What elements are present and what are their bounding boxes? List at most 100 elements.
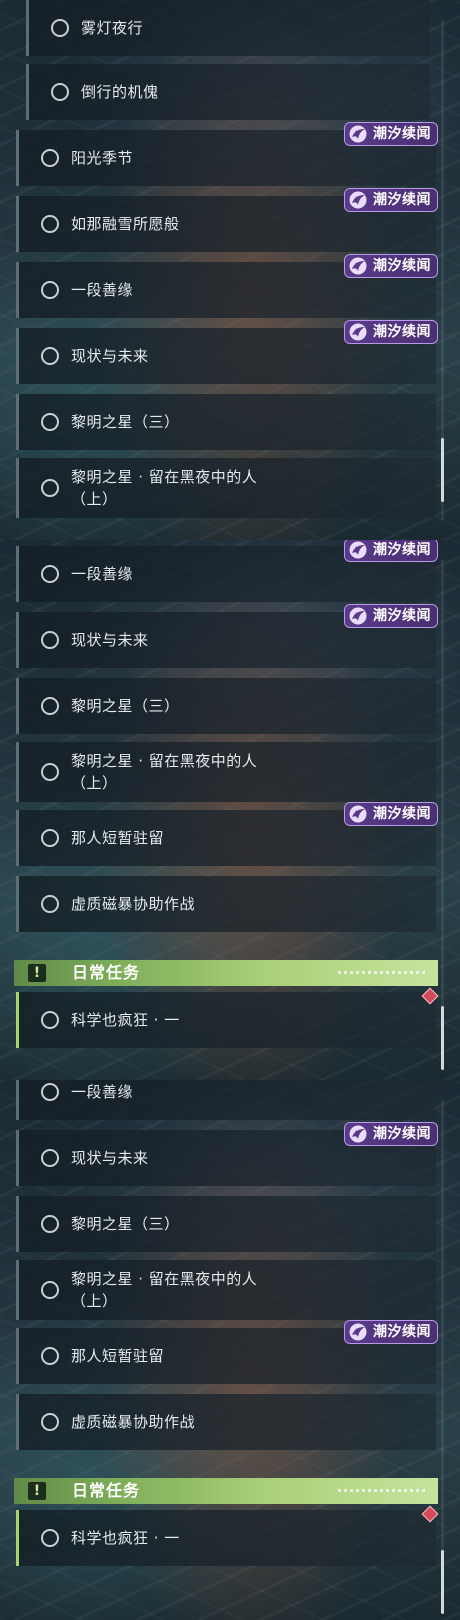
quest-item[interactable]: 黎明之星（三） [16, 394, 436, 450]
quest-name: 那人短暂驻留 [71, 1347, 165, 1365]
quest-name: 黎明之星 · 留在黑夜中的人 （上） [71, 1270, 258, 1310]
quest-name: 阳光季节 [71, 149, 134, 167]
daily-quests-title: 日常任务 [72, 963, 141, 982]
header-decoration [338, 1489, 426, 1492]
tag-label: 潮汐续闻 [373, 192, 431, 208]
tide-swirl-icon [347, 190, 369, 210]
tide-story-tag: 潮汐续闻 [344, 188, 438, 212]
tide-swirl-icon [347, 1322, 369, 1342]
exclamation-icon: ! [28, 964, 46, 982]
quest-status-circle-icon [41, 149, 59, 167]
quest-item[interactable]: 倒行的机傀 [26, 64, 430, 120]
quest-name: 虚质磁暴协助作战 [71, 895, 196, 913]
tide-swirl-icon [347, 606, 369, 626]
daily-quest-item[interactable]: 科学也疯狂 · 一 [16, 992, 436, 1048]
quest-item[interactable]: 黎明之星（三） [16, 1196, 436, 1252]
tag-label: 潮汐续闻 [373, 542, 431, 558]
daily-quest-item[interactable]: 科学也疯狂 · 一 [16, 1510, 436, 1566]
quest-status-circle-icon [41, 1083, 59, 1101]
quest-name: 黎明之星 · 留在黑夜中的人 （上） [71, 752, 258, 792]
quest-list-panel-1[interactable]: 雾灯夜行 倒行的机傀 阳光季节 潮汐续闻 如那融雪所愿般 潮汐续闻 一段善缘 潮… [0, 0, 460, 540]
tide-swirl-icon [347, 804, 369, 824]
quest-name: 现状与未来 [71, 1149, 149, 1167]
quest-item[interactable]: 虚质磁暴协助作战 [16, 1394, 436, 1450]
header-decoration [338, 971, 426, 974]
tide-story-tag: 潮汐续闻 [344, 320, 438, 344]
quest-item[interactable]: 一段善缘 [16, 1080, 436, 1120]
tide-story-tag: 潮汐续闻 [344, 1122, 438, 1146]
quest-item[interactable]: 黎明之星 · 留在黑夜中的人 （上） [16, 1260, 436, 1320]
tide-story-tag: 潮汐续闻 [344, 1320, 438, 1344]
tide-story-tag: 潮汐续闻 [344, 122, 438, 146]
scrollbar-thumb[interactable] [441, 1550, 444, 1614]
quest-status-circle-icon [41, 215, 59, 233]
quest-name: 黎明之星（三） [71, 1215, 180, 1233]
quest-status-circle-icon [41, 1215, 59, 1233]
tide-swirl-icon [347, 540, 369, 560]
quest-name: 黎明之星 · 留在黑夜中的人 （上） [71, 468, 258, 508]
quest-name: 一段善缘 [71, 1083, 134, 1101]
quest-name: 现状与未来 [71, 347, 149, 365]
tide-story-tag: 潮汐续闻 [344, 604, 438, 628]
tide-story-tag: 潮汐续闻 [344, 254, 438, 278]
scrollbar-track[interactable] [441, 1100, 444, 1600]
scrollbar-thumb[interactable] [441, 1006, 444, 1070]
quest-status-circle-icon [41, 895, 59, 913]
scrollbar-thumb[interactable] [441, 438, 444, 502]
quest-status-circle-icon [41, 1347, 59, 1365]
quest-name: 黎明之星（三） [71, 413, 180, 431]
quest-item[interactable]: 雾灯夜行 [26, 0, 430, 56]
quest-name: 科学也疯狂 · 一 [71, 1529, 180, 1547]
tag-label: 潮汐续闻 [373, 324, 431, 340]
quest-name: 一段善缘 [71, 565, 134, 583]
quest-name: 黎明之星（三） [71, 697, 180, 715]
quest-status-circle-icon [41, 1281, 59, 1299]
tide-swirl-icon [347, 322, 369, 342]
quest-status-circle-icon [41, 1011, 59, 1029]
tide-swirl-icon [347, 124, 369, 144]
tag-label: 潮汐续闻 [373, 126, 431, 142]
quest-item[interactable]: 黎明之星 · 留在黑夜中的人 （上） [16, 742, 436, 802]
quest-item[interactable]: 黎明之星（三） [16, 678, 436, 734]
exclamation-icon: ! [28, 1482, 46, 1500]
quest-status-circle-icon [51, 19, 69, 37]
quest-status-circle-icon [41, 281, 59, 299]
quest-item[interactable]: 黎明之星 · 留在黑夜中的人 （上） [16, 458, 436, 518]
daily-quests-header[interactable]: ! 日常任务 [14, 1478, 438, 1504]
quest-name: 倒行的机傀 [81, 83, 159, 101]
tag-label: 潮汐续闻 [373, 806, 431, 822]
tide-story-tag: 潮汐续闻 [344, 802, 438, 826]
quest-status-circle-icon [41, 697, 59, 715]
tag-label: 潮汐续闻 [373, 1126, 431, 1142]
tide-story-tag: 潮汐续闻 [344, 540, 438, 562]
quest-status-circle-icon [41, 565, 59, 583]
quest-list-panel-3[interactable]: 一段善缘 现状与未来 潮汐续闻 黎明之星（三） 黎明之星 · 留在黑夜中的人 （… [0, 1080, 460, 1620]
quest-status-circle-icon [41, 413, 59, 431]
daily-quests-title: 日常任务 [72, 1481, 141, 1500]
scrollbar-track[interactable] [441, 560, 444, 1060]
quest-name: 现状与未来 [71, 631, 149, 649]
quest-status-circle-icon [41, 1413, 59, 1431]
quest-status-circle-icon [41, 829, 59, 847]
quest-status-circle-icon [51, 83, 69, 101]
quest-name: 如那融雪所愿般 [71, 215, 180, 233]
quest-status-circle-icon [41, 1149, 59, 1167]
daily-quests-header[interactable]: ! 日常任务 [14, 960, 438, 986]
tag-label: 潮汐续闻 [373, 258, 431, 274]
quest-status-circle-icon [41, 1529, 59, 1547]
quest-name: 雾灯夜行 [81, 19, 144, 37]
quest-status-circle-icon [41, 763, 59, 781]
quest-name: 一段善缘 [71, 281, 134, 299]
tag-label: 潮汐续闻 [373, 608, 431, 624]
quest-name: 虚质磁暴协助作战 [71, 1413, 196, 1431]
quest-name: 科学也疯狂 · 一 [71, 1011, 180, 1029]
quest-status-circle-icon [41, 479, 59, 497]
tag-label: 潮汐续闻 [373, 1324, 431, 1340]
quest-status-circle-icon [41, 631, 59, 649]
quest-item[interactable]: 虚质磁暴协助作战 [16, 876, 436, 932]
quest-status-circle-icon [41, 347, 59, 365]
tide-swirl-icon [347, 256, 369, 276]
quest-name: 那人短暂驻留 [71, 829, 165, 847]
tide-swirl-icon [347, 1124, 369, 1144]
quest-list-panel-2[interactable]: 一段善缘 潮汐续闻 现状与未来 潮汐续闻 黎明之星（三） 黎明之星 · 留在黑夜… [0, 540, 460, 1080]
